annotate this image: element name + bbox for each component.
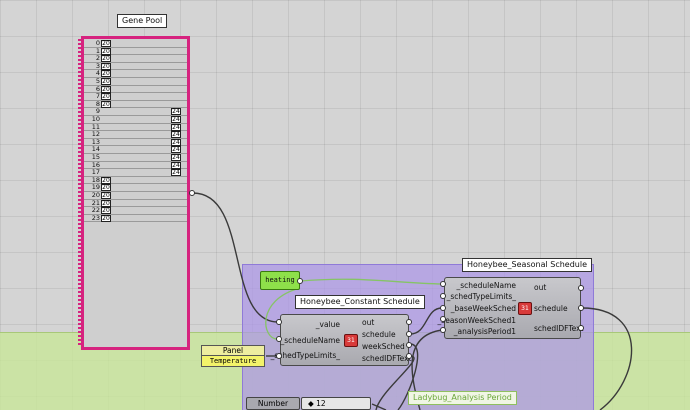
- number-slider-label[interactable]: Number Slider: [246, 397, 300, 410]
- constant-schedule-title: Honeybee_Constant Schedule: [295, 295, 425, 309]
- constant-out-port-out[interactable]: [406, 319, 412, 325]
- input-sched-type-limits: _schedTypeLimits_: [446, 292, 516, 301]
- number-slider[interactable]: ◆ 12: [301, 397, 371, 410]
- gene-value[interactable]: 24: [171, 146, 181, 154]
- input-schedule-name: _scheduleName: [456, 281, 517, 290]
- gene-value[interactable]: 24: [171, 138, 181, 146]
- gene-value[interactable]: 20: [101, 78, 111, 85]
- analysis-period-title: Ladybug_Analysis Period: [408, 391, 517, 405]
- gene-value[interactable]: 20: [101, 199, 111, 207]
- seasonal-out-port-out[interactable]: [578, 285, 584, 291]
- gene-value[interactable]: 24: [171, 161, 181, 169]
- seasonal-out-port-schedule[interactable]: [578, 305, 584, 311]
- gene-index: 23: [91, 213, 100, 222]
- wire-seasonal-schedule-out: [581, 307, 633, 410]
- constant-in-port-name[interactable]: [276, 336, 282, 342]
- gene-value[interactable]: 20: [101, 62, 111, 70]
- gene-value[interactable]: 20: [101, 207, 111, 215]
- seasonal-in-port-name[interactable]: [440, 281, 446, 287]
- gene-pool-title: Gene Pool: [117, 14, 168, 28]
- gene-pool[interactable]: 0 20 1 20 2 20 3 20 4 20 5 20 6 20 7 20 8 20 9 24 10 24 11 24 12…: [78, 36, 190, 350]
- constant-in-port-limits[interactable]: [276, 353, 282, 359]
- heating-panel[interactable]: heating: [260, 271, 300, 290]
- gene-value[interactable]: 20: [101, 55, 111, 63]
- gene-value[interactable]: 20: [101, 47, 111, 55]
- seasonal-in-port-seasonweek[interactable]: [440, 316, 446, 322]
- gene-value[interactable]: 20: [101, 100, 111, 108]
- constant-out-port-weeksched[interactable]: [406, 342, 412, 348]
- output-sched-idf-text: schedIDFText: [362, 354, 412, 363]
- gene-index: 5: [95, 77, 100, 85]
- output-out: out: [362, 318, 375, 327]
- gene-value[interactable]: 24: [171, 108, 181, 116]
- seasonal-schedule-title: Honeybee_Seasonal Schedule: [462, 258, 593, 272]
- heating-panel-output-port[interactable]: [297, 278, 303, 284]
- output-schedule: schedule: [362, 330, 396, 339]
- gene-value[interactable]: 24: [171, 154, 181, 161]
- honeybee-schedule-icon: 31: [518, 302, 532, 315]
- gene-value[interactable]: 20: [101, 214, 111, 222]
- wire-slider-out: [371, 403, 387, 410]
- constant-out-port-idf[interactable]: [406, 353, 412, 359]
- gene-value[interactable]: 20: [101, 176, 111, 184]
- gene-value[interactable]: 24: [171, 131, 181, 139]
- panel-value[interactable]: Temperature: [201, 355, 265, 367]
- input-value: _value: [315, 320, 340, 329]
- output-schedule: schedule: [534, 304, 568, 313]
- input-schedule-name: _scheduleName: [280, 336, 341, 345]
- input-analysis-period1: _analysisPeriod1: [453, 327, 516, 336]
- gene-index: 10: [91, 115, 100, 123]
- seasonal-in-port-period[interactable]: [440, 327, 446, 333]
- gene-index: 15: [91, 153, 100, 161]
- input-base-week-sched: _baseWeekSched: [450, 304, 516, 313]
- gene-row[interactable]: 23 20: [84, 213, 187, 223]
- slider-handle-icon[interactable]: ◆: [308, 399, 316, 408]
- gene-value[interactable]: 20: [101, 184, 111, 192]
- gene-value[interactable]: 20: [101, 40, 111, 47]
- seasonal-schedule-component[interactable]: _scheduleName _schedTypeLimits_ _baseWee…: [438, 277, 584, 339]
- gene-value[interactable]: 24: [171, 169, 181, 177]
- gene-index: 0: [95, 39, 100, 47]
- seasonal-in-port-baseweek[interactable]: [440, 305, 446, 311]
- seasonal-in-port-limits[interactable]: [440, 293, 446, 299]
- wire-heating-to-schedulename: [299, 278, 443, 285]
- input-season-week-sched1: _seasonWeekSched1: [437, 316, 516, 325]
- gene-value[interactable]: 20: [101, 93, 111, 101]
- output-week-sched: weekSched: [362, 342, 405, 351]
- gene-value[interactable]: 20: [101, 85, 111, 93]
- gene-index: 20: [91, 191, 100, 199]
- honeybee-schedule-icon: 31: [344, 334, 358, 347]
- wire-genepool-to-value: [192, 192, 279, 323]
- gene-value[interactable]: 24: [171, 123, 181, 131]
- constant-schedule-component[interactable]: _value _scheduleName _schedTypeLimits_ 3…: [271, 314, 412, 366]
- seasonal-out-port-idf[interactable]: [578, 325, 584, 331]
- gene-value[interactable]: 20: [101, 70, 111, 78]
- gene-value[interactable]: 20: [101, 192, 111, 199]
- slider-value: 12: [316, 399, 326, 408]
- constant-out-port-schedule[interactable]: [406, 331, 412, 337]
- output-sched-idf-text: schedIDFText: [534, 324, 584, 333]
- gene-value[interactable]: 24: [171, 116, 181, 123]
- gene-pool-output-port[interactable]: [189, 190, 195, 196]
- output-out: out: [534, 283, 547, 292]
- grasshopper-canvas[interactable]: Gene Pool 0 20 1 20 2 20 3 20 4 20 5 20 6 20 7 20 8 20 9 24…: [0, 0, 690, 410]
- constant-in-port-value[interactable]: [276, 319, 282, 325]
